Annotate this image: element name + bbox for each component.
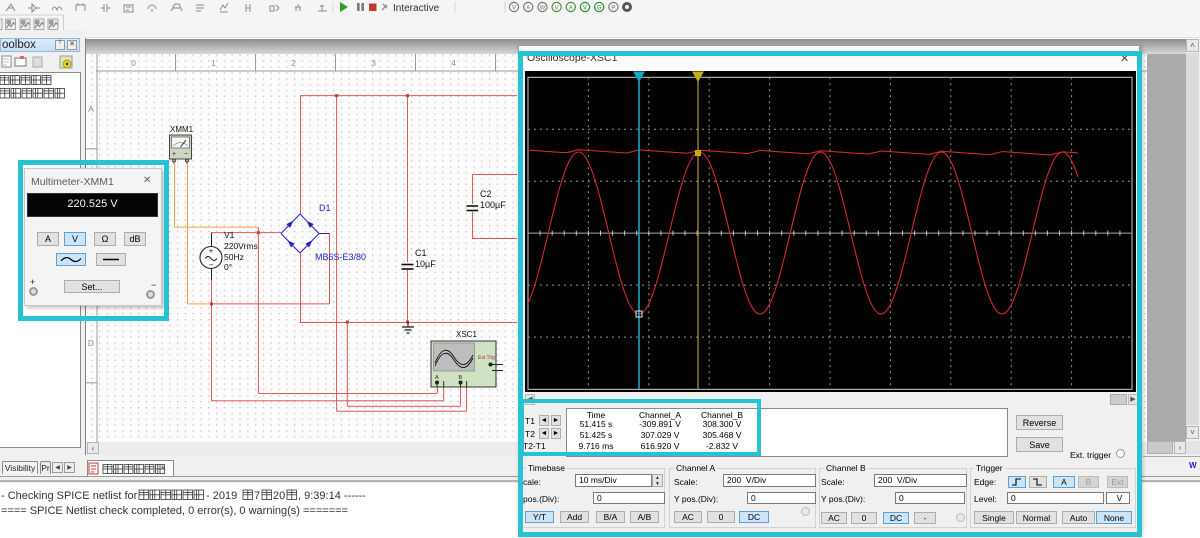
svg-text:10µF: 10µF [415,259,436,269]
svg-text:A: A [435,375,439,381]
svg-text:V: V [555,5,559,11]
svg-text:Ext Trig: Ext Trig [478,355,495,361]
svg-text:A: A [569,5,573,11]
svg-text:- 2019: - 2019 [206,490,237,502]
svg-text:G: G [597,5,602,11]
svg-text:W: W [540,5,546,11]
svg-text:V: V [512,5,516,11]
svg-text:7: 7 [254,490,260,502]
svg-text:C2: C2 [480,189,492,199]
svg-text:+: + [209,247,214,256]
svg-text:*: * [161,464,165,474]
svg-text:XSC1: XSC1 [456,330,477,339]
svg-text:D1: D1 [319,203,331,213]
svg-text:100µF: 100µF [480,200,506,210]
svg-text:P: P [611,5,615,11]
svg-text:0°: 0° [224,262,232,272]
svg-text:V: V [583,5,587,11]
svg-text:MB6S-E3/80: MB6S-E3/80 [315,252,366,262]
svg-text:20: 20 [273,490,285,502]
svg-text:B: B [459,375,463,381]
svg-text:C1: C1 [415,248,427,258]
svg-text:==== SPICE Netlist check compl: ==== SPICE Netlist check completed, 0 er… [1,505,348,517]
svg-text:XMM1: XMM1 [170,125,194,134]
svg-text:+: + [172,151,176,158]
svg-text:, 9:39:14 ------: , 9:39:14 ------ [298,490,366,502]
svg-text:−: − [209,261,214,270]
svg-text:Interactive: Interactive [393,3,440,14]
svg-text:−: − [184,151,188,158]
svg-text:V1: V1 [224,230,235,240]
svg-text:A: A [526,5,530,11]
svg-text:- Checking SPICE netlist for: - Checking SPICE netlist for [1,490,138,502]
svg-text:50Hz: 50Hz [224,252,244,262]
svg-text:220Vrms: 220Vrms [224,241,258,251]
